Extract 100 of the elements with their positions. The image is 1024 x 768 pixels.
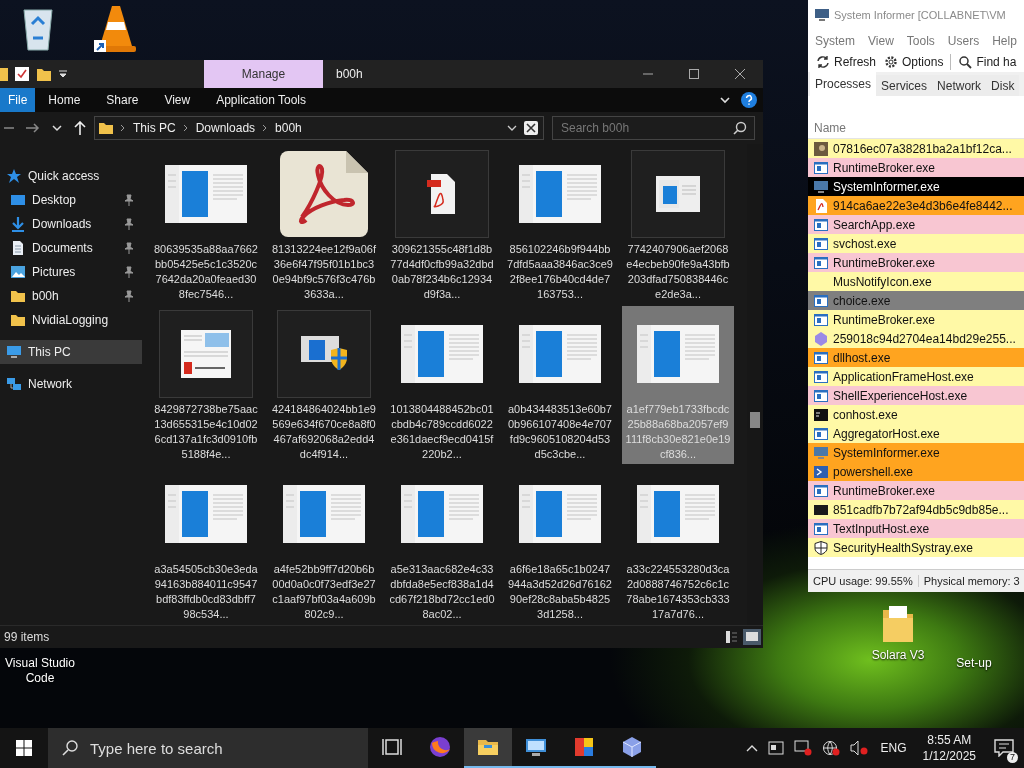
input-language[interactable]: ENG — [880, 741, 907, 755]
process-row[interactable]: 851cadfb7b72af94db5c9db85e... — [808, 500, 1024, 519]
help-icon[interactable] — [741, 92, 757, 108]
file-item[interactable]: a5e313aac682e4c33dbfda8e5ecf838a1d4cd67f218bd72cc1ed08ac02... — [386, 466, 498, 625]
process-row[interactable]: ShellExperienceHost.exe — [808, 386, 1024, 405]
folder-icon[interactable] — [36, 66, 52, 82]
pin-icon[interactable] — [124, 242, 134, 255]
tab[interactable]: Disk — [986, 75, 1020, 96]
process-row[interactable]: MusNotifyIcon.exe — [808, 272, 1024, 291]
ribbon-tab[interactable]: Share — [93, 88, 152, 112]
file-item[interactable]: 80639535a88aa7662bb05425e5c1c3520c7642da20a0feaed308fec7546... — [150, 146, 262, 305]
tab[interactable]: Services — [876, 75, 933, 96]
process-row[interactable]: svchost.exe — [808, 234, 1024, 253]
menu-item[interactable]: View — [868, 34, 894, 48]
menu-item[interactable]: Help — [992, 34, 1017, 48]
folder-button[interactable] — [464, 728, 512, 768]
browser-icon[interactable] — [428, 735, 452, 759]
file-tab[interactable]: File — [0, 88, 36, 112]
process-row[interactable]: TextInputHost.exe — [808, 519, 1024, 538]
close-icon[interactable] — [734, 68, 746, 80]
breadcrumb[interactable]: This PC — [133, 121, 176, 136]
clock-date[interactable]: 1/12/2025 — [922, 748, 976, 764]
process-row[interactable]: SecurityHealthSystray.exe — [808, 538, 1024, 557]
file-item[interactable]: 8429872738be75aac13d655315e4c10d026cd137a1fc3d0910fb5188f4e... — [150, 306, 262, 465]
colorful-app-icon[interactable] — [572, 735, 596, 759]
checklist-icon[interactable] — [14, 66, 30, 82]
process-row[interactable]: dllhost.exe — [808, 348, 1024, 367]
taskbar-search-field[interactable]: Type here to search — [48, 728, 368, 768]
menu-item[interactable]: Users — [947, 34, 980, 48]
tab[interactable]: Network — [932, 75, 987, 96]
pin-icon[interactable] — [124, 266, 134, 279]
nav-item[interactable]: Network — [0, 372, 142, 397]
tab[interactable]: Processes — [810, 72, 877, 96]
nav-item[interactable]: b00h — [0, 284, 142, 309]
nav-item[interactable]: Documents — [0, 236, 142, 261]
nav-item[interactable]: Desktop — [0, 188, 142, 213]
nav-item[interactable]: Downloads — [0, 212, 142, 237]
process-row[interactable]: 07816ec07a38281ba2a1bf12ca... — [808, 139, 1024, 158]
traffic-cone-icon[interactable] — [94, 4, 138, 54]
process-row[interactable]: ApplicationFrameHost.exe — [808, 367, 1024, 386]
pin-icon[interactable] — [124, 290, 134, 303]
nav-item[interactable]: NvidiaLogging — [0, 308, 142, 333]
chevron-down-icon[interactable] — [52, 123, 62, 134]
dropdown-caret-icon[interactable] — [58, 69, 68, 79]
search-icon[interactable] — [733, 121, 747, 136]
file-item[interactable]: 309621355c48f1d8b77d4df0cfb99a32dbd0ab78f234b6c12934d9f3a... — [386, 146, 498, 305]
process-row[interactable]: 259018c94d2704ea14bd29e255... — [808, 329, 1024, 348]
breadcrumb[interactable]: Downloads — [195, 121, 256, 136]
file-item[interactable]: a3a54505cb30e3eda94163b884011c9547bdf83ffdb0cd83dbff798c534... — [150, 466, 262, 625]
process-row[interactable]: 914ca6ae22e3e4d3b6e4fe8442... — [808, 196, 1024, 215]
toolbar-button[interactable]: Options — [880, 55, 948, 69]
process-row[interactable]: RuntimeBroker.exe — [808, 253, 1024, 272]
clear-icon[interactable] — [523, 120, 539, 137]
process-row[interactable]: SystemInformer.exe — [808, 177, 1024, 196]
desktop-icon-label[interactable]: Set-up — [956, 656, 992, 671]
globe-alert-icon[interactable] — [821, 740, 840, 756]
file-item[interactable]: a0b434483513e60b70b966107408e4e707fd9c9605108204d53d5c3cbe... — [504, 306, 616, 465]
clock-time[interactable]: 8:55 AM — [927, 732, 972, 748]
process-row[interactable]: choice.exe — [808, 291, 1024, 310]
search-field[interactable]: Search b00h — [552, 116, 755, 141]
file-item[interactable]: a33c224553280d3ca2d0888746752c6c1c78abe1674353cb33317a7d76... — [622, 466, 734, 625]
cube-icon[interactable] — [620, 735, 644, 759]
up-arrow-icon[interactable] — [74, 121, 86, 136]
manage-tab[interactable]: Manage — [204, 60, 323, 88]
process-row[interactable]: RuntimeBroker.exe — [808, 481, 1024, 500]
nav-item[interactable]: Pictures — [0, 260, 142, 285]
file-item[interactable]: 1013804488452bc01cbdb4c789ccdd6022e361daecf9ecd0415f220b2... — [386, 306, 498, 465]
ribbon-tab[interactable]: View — [151, 88, 204, 112]
process-row[interactable]: SearchApp.exe — [808, 215, 1024, 234]
toolbar-button[interactable]: Find ha — [954, 55, 1021, 69]
pin-icon[interactable] — [124, 218, 134, 231]
monitor-alert-icon[interactable] — [793, 740, 812, 756]
breadcrumb[interactable]: b00h — [275, 121, 302, 136]
forward-arrow-icon[interactable] — [26, 122, 40, 135]
process-row[interactable]: RuntimeBroker.exe — [808, 310, 1024, 329]
process-row[interactable]: RuntimeBroker.exe — [808, 158, 1024, 177]
chevron-down-icon[interactable] — [507, 124, 517, 133]
file-item[interactable]: a6f6e18a65c1b0247944a3d52d26d7616290ef28c8aba5b48253d1258... — [504, 466, 616, 625]
address-bar[interactable]: This PC Downloads b00h — [94, 116, 544, 141]
scrollbar-thumb[interactable] — [750, 412, 760, 429]
speaker-muted-icon[interactable] — [849, 740, 868, 756]
maximize-icon[interactable] — [688, 68, 700, 80]
process-row[interactable]: SystemInformer.exe — [808, 443, 1024, 462]
folder-icon[interactable] — [0, 66, 8, 82]
chevron-down-icon[interactable] — [719, 94, 731, 106]
details-view-icon[interactable] — [725, 630, 737, 645]
process-row[interactable]: conhost.exe — [808, 405, 1024, 424]
file-item[interactable]: a4fe52bb9ff7d20b6b00d0a0c0f73edf3e27c1aaf97bf03a4a609b802c9... — [268, 466, 380, 625]
file-item[interactable]: 856102246b9f944bb7dfd5aaa3846ac3ce92f8ee176b40cd4de7163753... — [504, 146, 616, 305]
chevron-up-icon[interactable] — [745, 744, 758, 752]
pin-icon[interactable] — [124, 194, 134, 207]
process-row[interactable]: AggregatorHost.exe — [808, 424, 1024, 443]
nav-item[interactable]: Quick access — [0, 164, 142, 189]
file-item[interactable]: 424184864024bb1e9569e634f670ce8a8f0467af692068a2edd4dc4f914... — [268, 306, 380, 465]
menu-item[interactable]: System — [815, 34, 855, 48]
large-icons-view-icon[interactable] — [743, 629, 761, 646]
file-item[interactable]: 81313224ee12f9a06f36e6f47f95f01b1bc30e94bf9c576f3c476b3633a... — [268, 146, 380, 305]
search-icon[interactable] — [62, 740, 78, 756]
ribbon-tab[interactable]: Application Tools — [203, 88, 320, 112]
toolbar-button[interactable]: Refresh — [812, 55, 881, 69]
